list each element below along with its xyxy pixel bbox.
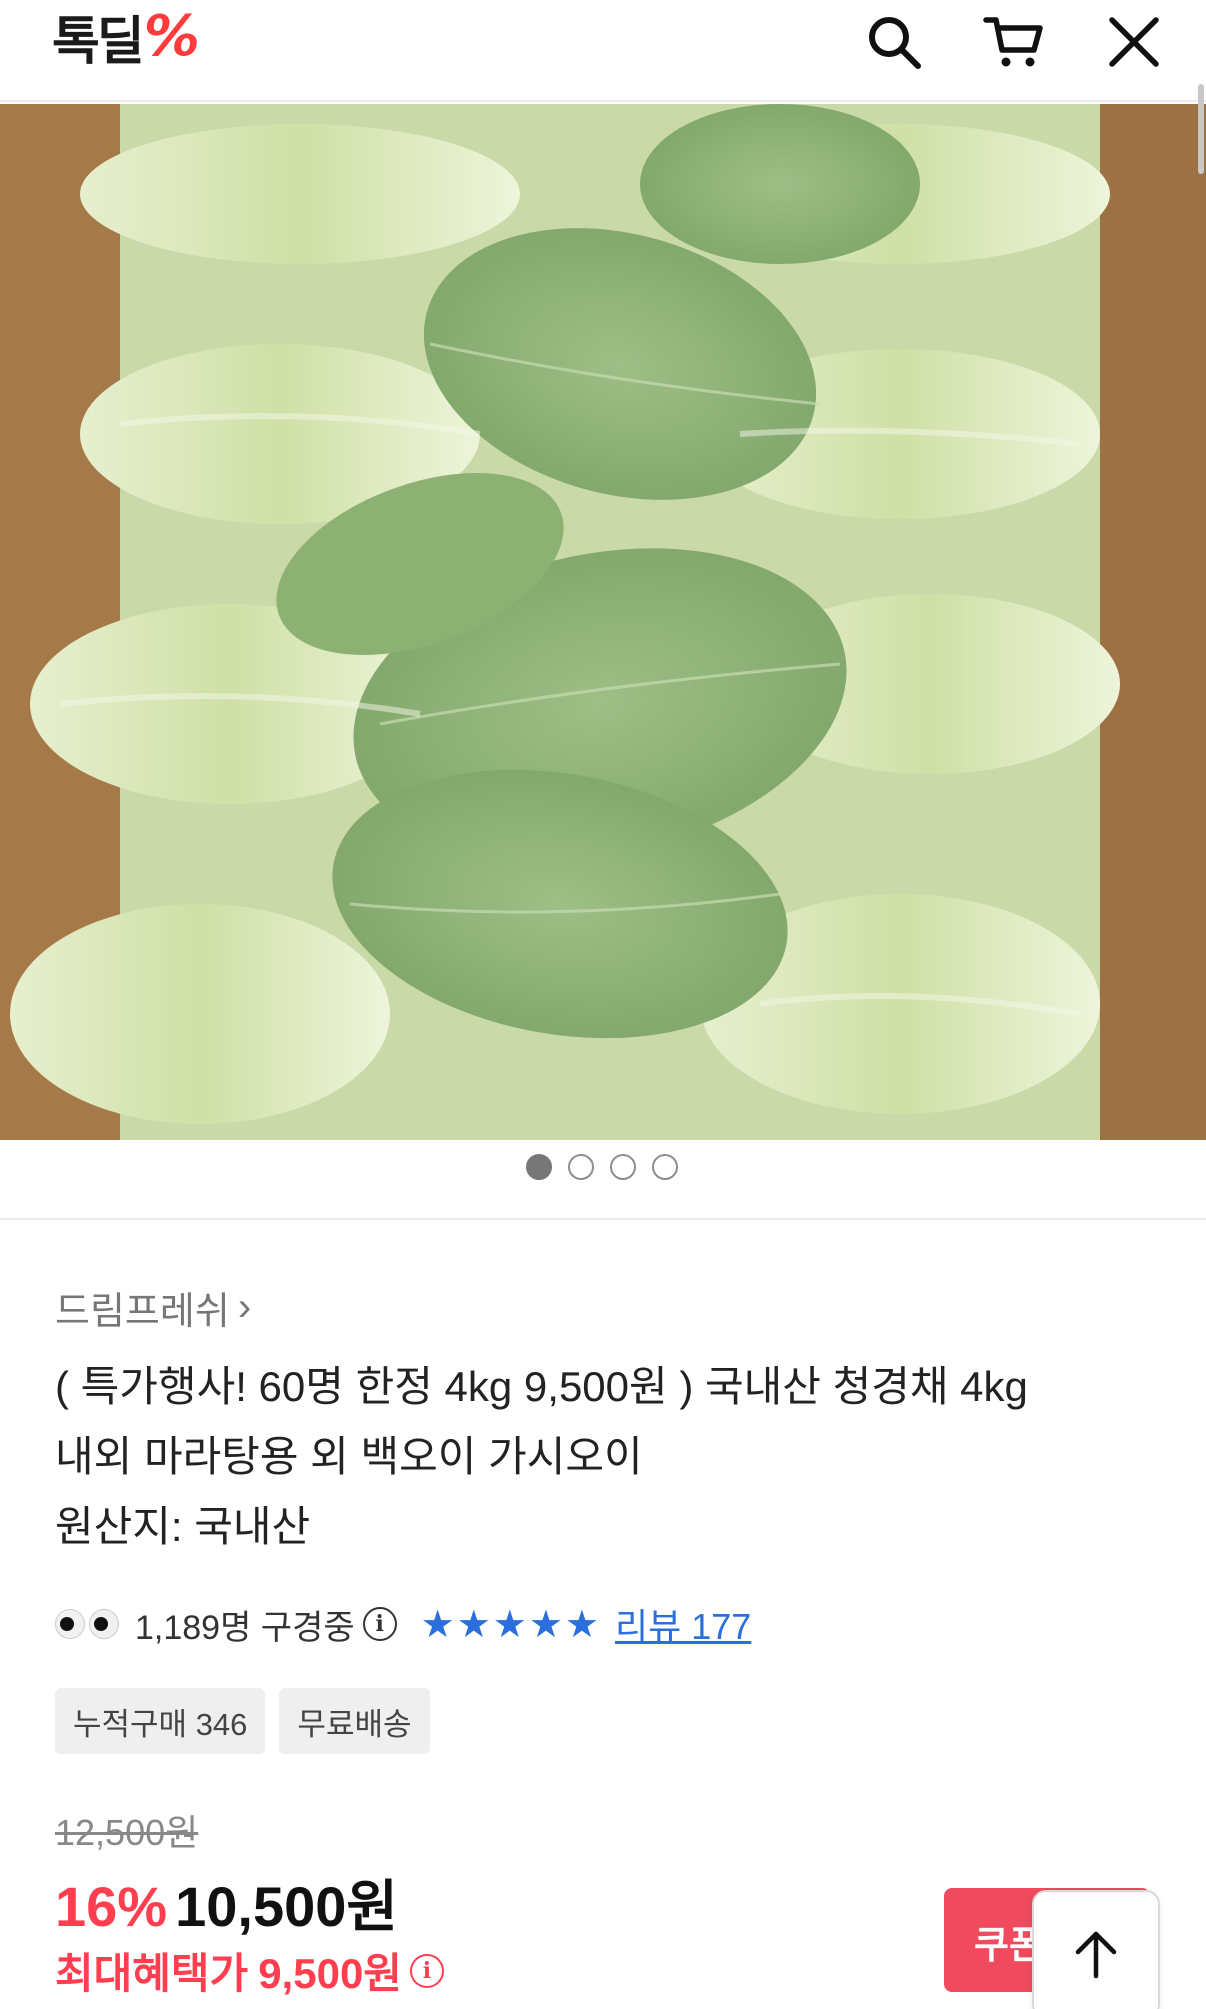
viewer-count: 1,189명 구경중 [135, 1608, 355, 1647]
max-benefit-price: 최대혜택가 9,500원 i [55, 1940, 444, 2001]
logo-text: 톡딜 [52, 11, 145, 72]
review-link[interactable]: 리뷰 177 [615, 1598, 751, 1650]
title-line-3: 원산지: 국내산 [55, 1503, 311, 1550]
logo-percent-mark: % [143, 3, 200, 69]
gallery-dot-2[interactable] [568, 1154, 594, 1180]
gallery-dot-4[interactable] [652, 1154, 678, 1180]
chevron-right-icon: › [237, 1285, 252, 1329]
sale-price: 10,500원 [175, 1875, 398, 1938]
arrow-up-icon [1075, 1931, 1117, 1979]
title-line-2: 내외 마라탕용 외 백오이 가시오이 [55, 1433, 643, 1480]
discount-rate: 16% [55, 1875, 168, 1938]
bok-choy-photo [0, 104, 1206, 1140]
product-title: ( 특가행사! 60명 한정 4kg 9,500원 ) 국내산 청경채 4kg … [55, 1352, 1165, 1562]
product-image[interactable] [0, 104, 1206, 1140]
title-line-1: ( 특가행사! 60명 한정 4kg 9,500원 ) 국내산 청경채 4kg [55, 1363, 1028, 1410]
info-icon[interactable]: i [362, 1607, 397, 1641]
search-icon[interactable] [858, 6, 930, 78]
product-stats: 1,189명 구경중 i ★★★★★ 리뷰 177 [55, 1596, 751, 1652]
max-benefit-label: 최대혜택가 [55, 1950, 249, 1997]
gallery-pagination [526, 1154, 678, 1180]
talkdeal-logo[interactable]: 톡딜 % [52, 3, 200, 72]
gallery-dot-3[interactable] [610, 1154, 636, 1180]
original-price: 12,500원 [55, 1812, 199, 1853]
price-row: 16% 10,500원 [55, 1862, 398, 1943]
scrollbar-thumb[interactable] [1198, 84, 1204, 174]
info-icon-red[interactable]: i [409, 1953, 444, 1988]
gallery-dot-1[interactable] [526, 1154, 552, 1180]
badge-cumulative-purchase: 누적구매 346 [55, 1688, 266, 1754]
close-icon[interactable] [1098, 6, 1170, 78]
star-rating-icon: ★★★★★ [420, 1602, 601, 1646]
seller-link[interactable]: 드림프레쉬 › [55, 1280, 251, 1335]
scroll-to-top-button[interactable] [1032, 1890, 1160, 2009]
scrollbar[interactable] [1196, 80, 1206, 1280]
eyes-icon [55, 1609, 119, 1639]
section-divider [0, 1218, 1206, 1220]
max-benefit-value: 9,500원 [258, 1950, 402, 1997]
badge-list: 누적구매 346 무료배송 [55, 1688, 430, 1754]
seller-name: 드림프레쉬 [55, 1291, 230, 1333]
cart-icon[interactable] [978, 6, 1050, 78]
top-header: 톡딜 % [0, 0, 1206, 102]
badge-free-shipping: 무료배송 [279, 1688, 430, 1754]
